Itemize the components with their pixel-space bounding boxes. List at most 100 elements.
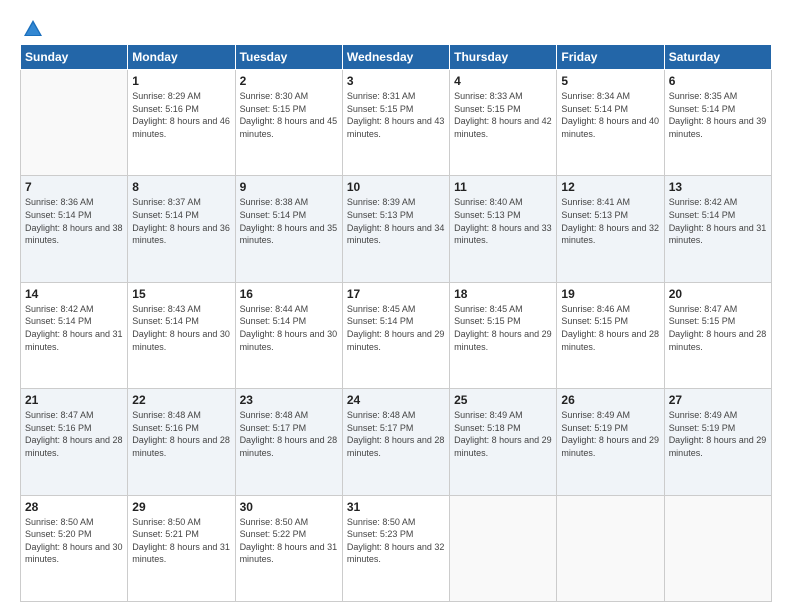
- calendar-cell: 10 Sunrise: 8:39 AMSunset: 5:13 PMDayligh…: [342, 176, 449, 282]
- calendar-cell: 19 Sunrise: 8:46 AMSunset: 5:15 PMDayligh…: [557, 282, 664, 388]
- cell-info: Sunrise: 8:31 AMSunset: 5:15 PMDaylight:…: [347, 90, 445, 140]
- calendar-cell: 31 Sunrise: 8:50 AMSunset: 5:23 PMDayligh…: [342, 495, 449, 601]
- calendar-cell: 28 Sunrise: 8:50 AMSunset: 5:20 PMDayligh…: [21, 495, 128, 601]
- cell-info: Sunrise: 8:50 AMSunset: 5:21 PMDaylight:…: [132, 516, 230, 566]
- calendar-cell: 7Sunrise: 8:36 AMSunset: 5:14 PMDaylight…: [21, 176, 128, 282]
- cell-info: Sunrise: 8:46 AMSunset: 5:15 PMDaylight:…: [561, 303, 659, 353]
- day-number: 7: [25, 180, 123, 194]
- week-row-5: 28 Sunrise: 8:50 AMSunset: 5:20 PMDayligh…: [21, 495, 772, 601]
- cell-info: Sunrise: 8:49 AMSunset: 5:18 PMDaylight:…: [454, 409, 552, 459]
- day-number: 29: [132, 500, 230, 514]
- day-number: 2: [240, 74, 338, 88]
- weekday-header-sunday: Sunday: [21, 45, 128, 70]
- week-row-3: 14Sunrise: 8:42 AMSunset: 5:14 PMDayligh…: [21, 282, 772, 388]
- cell-info: Sunrise: 8:29 AMSunset: 5:16 PMDaylight:…: [132, 90, 230, 140]
- calendar-cell: 26 Sunrise: 8:49 AMSunset: 5:19 PMDayligh…: [557, 389, 664, 495]
- calendar-cell: 3 Sunrise: 8:31 AMSunset: 5:15 PMDaylight…: [342, 70, 449, 176]
- weekday-header-wednesday: Wednesday: [342, 45, 449, 70]
- day-number: 14: [25, 287, 123, 301]
- calendar-cell: 24 Sunrise: 8:48 AMSunset: 5:17 PMDayligh…: [342, 389, 449, 495]
- day-number: 24: [347, 393, 445, 407]
- cell-info: Sunrise: 8:45 AMSunset: 5:14 PMDaylight:…: [347, 303, 445, 353]
- day-number: 21: [25, 393, 123, 407]
- cell-info: Sunrise: 8:40 AMSunset: 5:13 PMDaylight:…: [454, 196, 552, 246]
- day-number: 17: [347, 287, 445, 301]
- day-number: 31: [347, 500, 445, 514]
- cell-info: Sunrise: 8:49 AMSunset: 5:19 PMDaylight:…: [561, 409, 659, 459]
- calendar-cell: 13 Sunrise: 8:42 AMSunset: 5:14 PMDayligh…: [664, 176, 771, 282]
- calendar-cell: 27 Sunrise: 8:49 AMSunset: 5:19 PMDayligh…: [664, 389, 771, 495]
- day-number: 10: [347, 180, 445, 194]
- day-number: 5: [561, 74, 659, 88]
- calendar-cell: 21 Sunrise: 8:47 AMSunset: 5:16 PMDayligh…: [21, 389, 128, 495]
- cell-info: Sunrise: 8:49 AMSunset: 5:19 PMDaylight:…: [669, 409, 767, 459]
- weekday-header-row: SundayMondayTuesdayWednesdayThursdayFrid…: [21, 45, 772, 70]
- cell-info: Sunrise: 8:30 AMSunset: 5:15 PMDaylight:…: [240, 90, 338, 140]
- header: [20, 18, 772, 36]
- day-number: 8: [132, 180, 230, 194]
- cell-info: Sunrise: 8:42 AMSunset: 5:14 PMDaylight:…: [669, 196, 767, 246]
- cell-info: Sunrise: 8:39 AMSunset: 5:13 PMDaylight:…: [347, 196, 445, 246]
- day-number: 13: [669, 180, 767, 194]
- cell-info: Sunrise: 8:45 AMSunset: 5:15 PMDaylight:…: [454, 303, 552, 353]
- cell-info: Sunrise: 8:48 AMSunset: 5:17 PMDaylight:…: [240, 409, 338, 459]
- calendar-cell: 30 Sunrise: 8:50 AMSunset: 5:22 PMDayligh…: [235, 495, 342, 601]
- day-number: 26: [561, 393, 659, 407]
- cell-info: Sunrise: 8:33 AMSunset: 5:15 PMDaylight:…: [454, 90, 552, 140]
- cell-info: Sunrise: 8:47 AMSunset: 5:16 PMDaylight:…: [25, 409, 123, 459]
- cell-info: Sunrise: 8:35 AMSunset: 5:14 PMDaylight:…: [669, 90, 767, 140]
- cell-info: Sunrise: 8:37 AMSunset: 5:14 PMDaylight:…: [132, 196, 230, 246]
- calendar-cell: 14Sunrise: 8:42 AMSunset: 5:14 PMDayligh…: [21, 282, 128, 388]
- calendar-cell: 1 Sunrise: 8:29 AMSunset: 5:16 PMDaylight…: [128, 70, 235, 176]
- day-number: 16: [240, 287, 338, 301]
- calendar-cell: 20 Sunrise: 8:47 AMSunset: 5:15 PMDayligh…: [664, 282, 771, 388]
- calendar-cell: 8 Sunrise: 8:37 AMSunset: 5:14 PMDaylight…: [128, 176, 235, 282]
- day-number: 30: [240, 500, 338, 514]
- day-number: 3: [347, 74, 445, 88]
- cell-info: Sunrise: 8:41 AMSunset: 5:13 PMDaylight:…: [561, 196, 659, 246]
- calendar-cell: 2 Sunrise: 8:30 AMSunset: 5:15 PMDaylight…: [235, 70, 342, 176]
- weekday-header-monday: Monday: [128, 45, 235, 70]
- calendar-table: SundayMondayTuesdayWednesdayThursdayFrid…: [20, 44, 772, 602]
- day-number: 12: [561, 180, 659, 194]
- cell-info: Sunrise: 8:43 AMSunset: 5:14 PMDaylight:…: [132, 303, 230, 353]
- cell-info: Sunrise: 8:48 AMSunset: 5:17 PMDaylight:…: [347, 409, 445, 459]
- cell-info: Sunrise: 8:47 AMSunset: 5:15 PMDaylight:…: [669, 303, 767, 353]
- page: SundayMondayTuesdayWednesdayThursdayFrid…: [0, 0, 792, 612]
- calendar-cell: 18 Sunrise: 8:45 AMSunset: 5:15 PMDayligh…: [450, 282, 557, 388]
- calendar-cell: 5 Sunrise: 8:34 AMSunset: 5:14 PMDaylight…: [557, 70, 664, 176]
- day-number: 4: [454, 74, 552, 88]
- day-number: 28: [25, 500, 123, 514]
- day-number: 25: [454, 393, 552, 407]
- day-number: 18: [454, 287, 552, 301]
- calendar-cell: 17 Sunrise: 8:45 AMSunset: 5:14 PMDayligh…: [342, 282, 449, 388]
- week-row-4: 21 Sunrise: 8:47 AMSunset: 5:16 PMDayligh…: [21, 389, 772, 495]
- day-number: 6: [669, 74, 767, 88]
- calendar-cell: 25 Sunrise: 8:49 AMSunset: 5:18 PMDayligh…: [450, 389, 557, 495]
- day-number: 22: [132, 393, 230, 407]
- day-number: 27: [669, 393, 767, 407]
- day-number: 1: [132, 74, 230, 88]
- week-row-2: 7Sunrise: 8:36 AMSunset: 5:14 PMDaylight…: [21, 176, 772, 282]
- cell-info: Sunrise: 8:50 AMSunset: 5:23 PMDaylight:…: [347, 516, 445, 566]
- day-number: 15: [132, 287, 230, 301]
- calendar-cell: 22 Sunrise: 8:48 AMSunset: 5:16 PMDayligh…: [128, 389, 235, 495]
- calendar-cell: 12 Sunrise: 8:41 AMSunset: 5:13 PMDayligh…: [557, 176, 664, 282]
- calendar-cell: 6 Sunrise: 8:35 AMSunset: 5:14 PMDaylight…: [664, 70, 771, 176]
- day-number: 23: [240, 393, 338, 407]
- day-number: 20: [669, 287, 767, 301]
- cell-info: Sunrise: 8:50 AMSunset: 5:22 PMDaylight:…: [240, 516, 338, 566]
- calendar-cell: 23 Sunrise: 8:48 AMSunset: 5:17 PMDayligh…: [235, 389, 342, 495]
- calendar-cell: [557, 495, 664, 601]
- calendar-cell: [21, 70, 128, 176]
- cell-info: Sunrise: 8:50 AMSunset: 5:20 PMDaylight:…: [25, 516, 123, 566]
- week-row-1: 1 Sunrise: 8:29 AMSunset: 5:16 PMDaylight…: [21, 70, 772, 176]
- calendar-cell: 9Sunrise: 8:38 AMSunset: 5:14 PMDaylight…: [235, 176, 342, 282]
- weekday-header-saturday: Saturday: [664, 45, 771, 70]
- cell-info: Sunrise: 8:34 AMSunset: 5:14 PMDaylight:…: [561, 90, 659, 140]
- calendar-cell: 16Sunrise: 8:44 AMSunset: 5:14 PMDayligh…: [235, 282, 342, 388]
- day-number: 19: [561, 287, 659, 301]
- day-number: 9: [240, 180, 338, 194]
- cell-info: Sunrise: 8:48 AMSunset: 5:16 PMDaylight:…: [132, 409, 230, 459]
- weekday-header-friday: Friday: [557, 45, 664, 70]
